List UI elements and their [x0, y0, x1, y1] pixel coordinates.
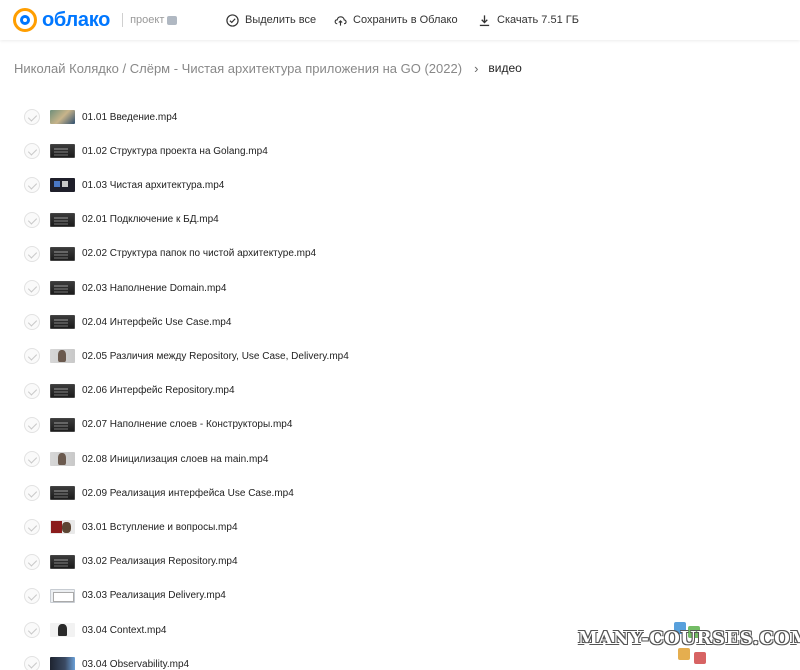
- breadcrumb: Николай Колядко / Слёрм - Чистая архитек…: [14, 60, 522, 76]
- file-name[interactable]: 02.02 Структура папок по чистой архитект…: [82, 248, 316, 259]
- select-checkbox[interactable]: [24, 519, 40, 536]
- file-row[interactable]: 02.05 Различия между Repository, Use Cas…: [0, 339, 560, 373]
- select-checkbox[interactable]: [24, 382, 40, 399]
- video-thumbnail: [50, 315, 75, 330]
- file-row[interactable]: 01.01 Введение.mp4: [0, 100, 560, 134]
- watermark-text: MANY-COURSES.COM: [578, 628, 800, 649]
- download-icon: [479, 14, 490, 26]
- mail-at-logo-icon: [13, 8, 37, 32]
- select-checkbox[interactable]: [24, 348, 40, 365]
- file-row[interactable]: 02.02 Структура папок по чистой архитект…: [0, 237, 560, 271]
- video-thumbnail: [50, 657, 75, 670]
- file-row[interactable]: 03.02 Реализация Repository.mp4: [0, 545, 560, 579]
- video-thumbnail: [50, 281, 75, 295]
- video-thumbnail: [50, 383, 75, 398]
- video-thumbnail: [50, 623, 75, 637]
- project-badge-icon: [167, 15, 178, 25]
- select-checkbox[interactable]: [24, 245, 40, 262]
- breadcrumb-parent-folder[interactable]: Николай Колядко / Слёрм - Чистая архитек…: [14, 61, 462, 76]
- file-row[interactable]: 02.03 Наполнение Domain.mp4: [0, 271, 560, 305]
- file-row[interactable]: 03.04 Context.mp4: [0, 613, 560, 647]
- file-name[interactable]: 02.08 Иницилизация слоев на main.mp4: [82, 454, 268, 465]
- file-row[interactable]: 02.08 Иницилизация слоев на main.mp4: [0, 442, 560, 476]
- breadcrumb-current-folder: видео: [488, 61, 522, 75]
- download-label: Скачать 7.51 ГБ: [497, 14, 579, 26]
- select-checkbox[interactable]: [24, 280, 40, 296]
- file-name[interactable]: 02.04 Интерфейс Use Case.mp4: [82, 317, 231, 328]
- file-row[interactable]: 02.09 Реализация интерфейса Use Case.mp4: [0, 476, 560, 510]
- file-name[interactable]: 02.03 Наполнение Domain.mp4: [82, 283, 226, 294]
- video-thumbnail: [50, 349, 75, 364]
- video-thumbnail: [50, 588, 75, 603]
- select-checkbox[interactable]: [24, 587, 40, 604]
- file-name[interactable]: 01.02 Структура проекта на Golang.mp4: [82, 146, 268, 157]
- file-name[interactable]: 02.01 Подключение к БД.mp4: [82, 214, 219, 225]
- video-thumbnail: [50, 212, 75, 227]
- file-row[interactable]: 02.01 Подключение к БД.mp4: [0, 203, 560, 237]
- video-thumbnail: [50, 110, 75, 124]
- logo-text: облако: [42, 8, 111, 31]
- cloud-logo[interactable]: облако проект: [13, 8, 178, 32]
- select-checkbox[interactable]: [24, 622, 40, 638]
- file-row[interactable]: 03.04 Observability.mp4: [0, 647, 560, 670]
- file-row[interactable]: 01.03 Чистая архитектура.mp4: [0, 168, 560, 202]
- select-checkbox[interactable]: [24, 656, 40, 670]
- file-name[interactable]: 03.01 Вступление и вопросы.mp4: [82, 522, 238, 533]
- cloud-upload-icon: [334, 15, 347, 26]
- select-checkbox[interactable]: [24, 485, 40, 502]
- video-thumbnail: [50, 486, 75, 501]
- file-name[interactable]: 03.04 Context.mp4: [82, 625, 167, 636]
- file-name[interactable]: 03.04 Observability.mp4: [82, 659, 189, 670]
- file-name[interactable]: 03.02 Реализация Repository.mp4: [82, 556, 238, 567]
- select-checkbox[interactable]: [24, 143, 40, 160]
- file-name[interactable]: 03.03 Реализация Delivery.mp4: [82, 590, 226, 601]
- video-thumbnail: [50, 417, 75, 432]
- select-checkbox[interactable]: [24, 211, 40, 228]
- file-row[interactable]: 03.03 Реализация Delivery.mp4: [0, 579, 560, 613]
- save-to-cloud-button[interactable]: Сохранить в Облако: [334, 12, 458, 28]
- file-row[interactable]: 02.06 Интерфейс Repository.mp4: [0, 374, 560, 408]
- file-row[interactable]: 03.01 Вступление и вопросы.mp4: [0, 510, 560, 544]
- project-label: проект: [130, 14, 165, 26]
- chevron-right-icon: ›: [474, 60, 479, 76]
- select-checkbox[interactable]: [24, 109, 40, 125]
- download-button[interactable]: Скачать 7.51 ГБ: [478, 12, 579, 28]
- watermark: MANY-COURSES.COM: [578, 622, 800, 666]
- file-name[interactable]: 01.01 Введение.mp4: [82, 112, 177, 123]
- file-name[interactable]: 02.09 Реализация интерфейса Use Case.mp4: [82, 488, 294, 499]
- video-thumbnail: [50, 520, 75, 535]
- select-checkbox[interactable]: [24, 416, 40, 433]
- select-checkbox[interactable]: [24, 177, 40, 194]
- logo-divider: [122, 13, 124, 27]
- select-all-button[interactable]: Выделить все: [226, 12, 316, 28]
- file-name[interactable]: 02.07 Наполнение слоев - Конструкторы.mp…: [82, 419, 292, 430]
- video-thumbnail: [50, 178, 75, 193]
- select-checkbox[interactable]: [24, 451, 40, 467]
- video-thumbnail: [50, 246, 75, 261]
- check-circle-icon: [226, 13, 239, 27]
- file-name[interactable]: 01.03 Чистая архитектура.mp4: [82, 180, 224, 191]
- video-thumbnail: [50, 144, 75, 159]
- video-thumbnail: [50, 554, 75, 569]
- select-checkbox[interactable]: [24, 553, 40, 570]
- top-bar: облако проект Выделить все Сохранить в О…: [0, 0, 800, 40]
- video-thumbnail: [50, 452, 75, 466]
- save-to-cloud-label: Сохранить в Облако: [353, 14, 458, 26]
- watermark-cube-icon: [678, 648, 690, 660]
- file-row[interactable]: 01.02 Структура проекта на Golang.mp4: [0, 134, 560, 168]
- select-all-label: Выделить все: [245, 14, 317, 26]
- watermark-cube-icon: [694, 652, 706, 664]
- file-name[interactable]: 02.05 Различия между Repository, Use Cas…: [82, 351, 349, 362]
- file-row[interactable]: 02.07 Наполнение слоев - Конструкторы.mp…: [0, 408, 560, 442]
- select-checkbox[interactable]: [24, 314, 40, 331]
- file-name[interactable]: 02.06 Интерфейс Repository.mp4: [82, 385, 235, 396]
- file-row[interactable]: 02.04 Интерфейс Use Case.mp4: [0, 305, 560, 339]
